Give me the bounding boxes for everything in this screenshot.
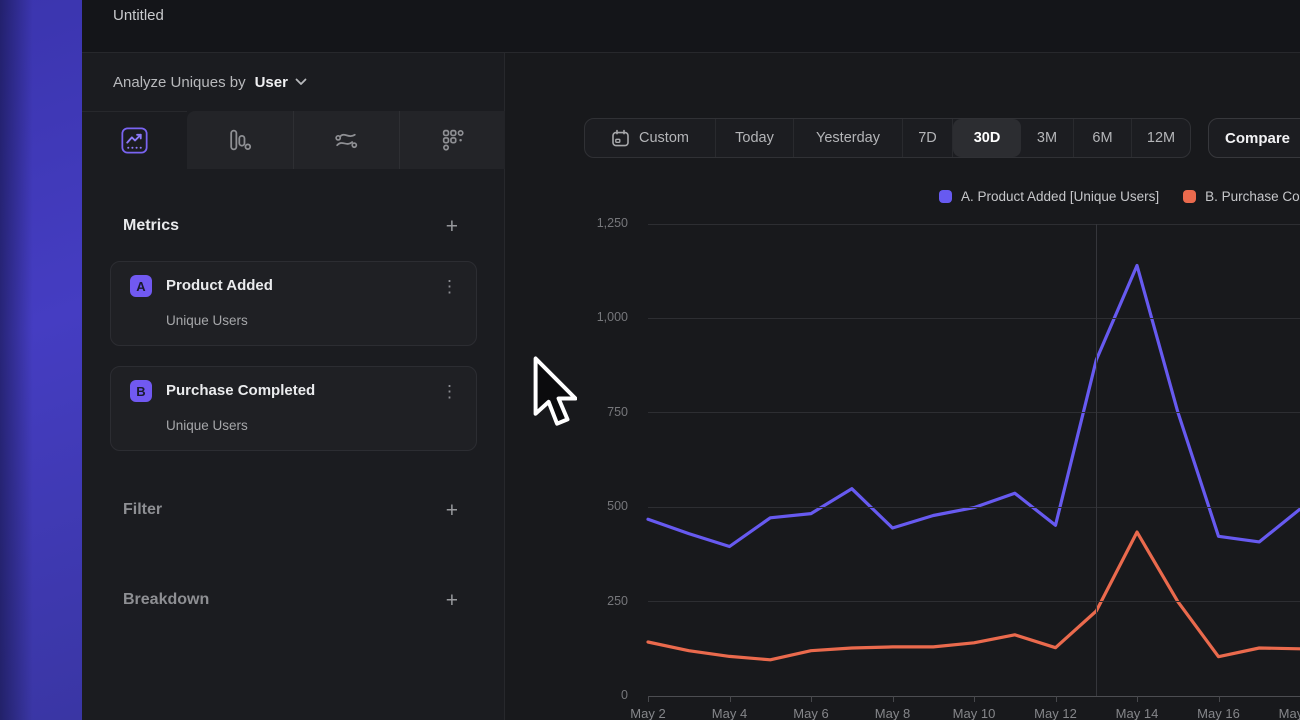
analyze-label: Analyze Uniques by: [113, 74, 246, 91]
metric-subtitle: Unique Users: [166, 418, 248, 433]
metrics-header: Metrics: [123, 217, 179, 235]
gridline-y-750: [648, 412, 1300, 413]
x-tick-label: May 2: [618, 706, 678, 720]
range-6m[interactable]: 6M: [1074, 119, 1132, 157]
series-line-product-added[interactable]: [648, 266, 1300, 547]
retention-grid-icon: [439, 127, 466, 154]
range-today[interactable]: Today: [716, 119, 794, 157]
screen: Untitled Analyze Uniques by User: [0, 0, 1300, 720]
tab-flows[interactable]: [293, 111, 399, 169]
x-tick-mark: [1219, 696, 1220, 702]
kebab-menu-icon[interactable]: ⋮: [433, 379, 466, 404]
y-axis-labels: 02505007501,0001,250: [563, 224, 628, 696]
x-tick-label: May 6: [781, 706, 841, 720]
y-tick-label: 500: [563, 499, 628, 513]
gridline-y-1000: [648, 318, 1300, 319]
breakdown-header: Breakdown: [123, 591, 209, 609]
analyze-uniques-dropdown[interactable]: Analyze Uniques by User: [82, 53, 504, 111]
query-sidebar: Analyze Uniques by User: [82, 53, 505, 720]
chart-legend: A. Product Added [Unique Users] B. Purcha…: [939, 189, 1300, 204]
metric-name: Purchase Completed: [166, 382, 315, 399]
range-yesterday[interactable]: Yesterday: [794, 119, 903, 157]
filter-header: Filter: [123, 501, 162, 519]
chart-panel: Custom Today Yesterday 7D 30D 3M 6M 12M …: [505, 53, 1300, 720]
app-window: Untitled Analyze Uniques by User: [82, 0, 1300, 720]
range-custom[interactable]: Custom: [585, 119, 716, 157]
top-bar: Untitled: [82, 0, 1300, 53]
x-tick-mark: [974, 696, 975, 702]
bar-chart-icon: [226, 127, 253, 154]
range-7d[interactable]: 7D: [903, 119, 953, 157]
kebab-menu-icon[interactable]: ⋮: [433, 274, 466, 299]
metric-card-a[interactable]: A Product Added Unique Users ⋮: [110, 261, 477, 346]
x-tick-label: May 12: [1026, 706, 1086, 720]
range-30d[interactable]: 30D: [953, 119, 1021, 157]
y-tick-label: 1,000: [563, 310, 628, 324]
x-tick-mark: [811, 696, 812, 702]
x-tick-mark: [1056, 696, 1057, 702]
gridline-y-500: [648, 507, 1300, 508]
metric-badge-a: A: [130, 275, 152, 297]
x-tick-mark: [893, 696, 894, 702]
series-line-purchase-completed[interactable]: [648, 532, 1300, 660]
x-tick-mark: [648, 696, 649, 702]
metrics-header-row: Metrics +: [82, 211, 504, 241]
gridline-y-1250: [648, 224, 1300, 225]
date-range-selector: Custom Today Yesterday 7D 30D 3M 6M 12M: [584, 118, 1191, 158]
metric-badge-b: B: [130, 380, 152, 402]
metric-subtitle: Unique Users: [166, 313, 248, 328]
range-12m[interactable]: 12M: [1132, 119, 1190, 157]
tab-line-chart[interactable]: [82, 111, 187, 169]
vertical-gridline: [1096, 224, 1097, 696]
legend-swatch-icon: [939, 190, 952, 203]
gridline-y-250: [648, 601, 1300, 602]
x-tick-mark: [1137, 696, 1138, 702]
y-tick-label: 250: [563, 594, 628, 608]
analyze-value: User: [255, 74, 288, 91]
flow-icon: [333, 127, 360, 154]
add-breakdown-button[interactable]: +: [446, 590, 458, 611]
chevron-down-icon: [295, 78, 307, 86]
compare-button[interactable]: Compare: [1208, 118, 1300, 158]
add-filter-button[interactable]: +: [446, 500, 458, 521]
filter-header-row: Filter +: [82, 495, 504, 525]
legend-swatch-icon: [1183, 190, 1196, 203]
x-tick-label: May 18: [1270, 706, 1300, 720]
x-tick-label: May 14: [1107, 706, 1167, 720]
y-tick-label: 1,250: [563, 216, 628, 230]
x-tick-mark: [730, 696, 731, 702]
background-gradient-strip: [0, 0, 82, 720]
chart-type-tabbar: [82, 111, 505, 169]
x-tick-label: May 16: [1189, 706, 1249, 720]
breakdown-header-row: Breakdown +: [82, 585, 504, 615]
x-tick-label: May 8: [863, 706, 923, 720]
add-metric-button[interactable]: +: [446, 216, 458, 237]
y-tick-label: 750: [563, 405, 628, 419]
tab-retention[interactable]: [399, 111, 505, 169]
y-tick-label: 0: [563, 688, 628, 702]
metric-card-b[interactable]: B Purchase Completed Unique Users ⋮: [110, 366, 477, 451]
line-chart-plot[interactable]: May 2May 4May 6May 8May 10May 12May 14Ma…: [648, 224, 1300, 696]
legend-label: A. Product Added [Unique Users]: [961, 189, 1159, 204]
range-label: Custom: [639, 130, 689, 146]
legend-item[interactable]: B. Purchase Completed [Unique Users]: [1183, 189, 1300, 204]
x-tick-label: May 10: [944, 706, 1004, 720]
x-tick-label: May 4: [700, 706, 760, 720]
legend-label: B. Purchase Completed [Unique Users]: [1205, 189, 1300, 204]
chart-series-svg[interactable]: [648, 224, 1300, 696]
line-chart-icon: [121, 127, 148, 154]
legend-item[interactable]: A. Product Added [Unique Users]: [939, 189, 1159, 204]
metric-name: Product Added: [166, 277, 273, 294]
tab-bar-chart[interactable]: [187, 111, 292, 169]
calendar-icon: [611, 129, 630, 148]
report-title[interactable]: Untitled: [113, 7, 164, 24]
range-3m[interactable]: 3M: [1021, 119, 1074, 157]
